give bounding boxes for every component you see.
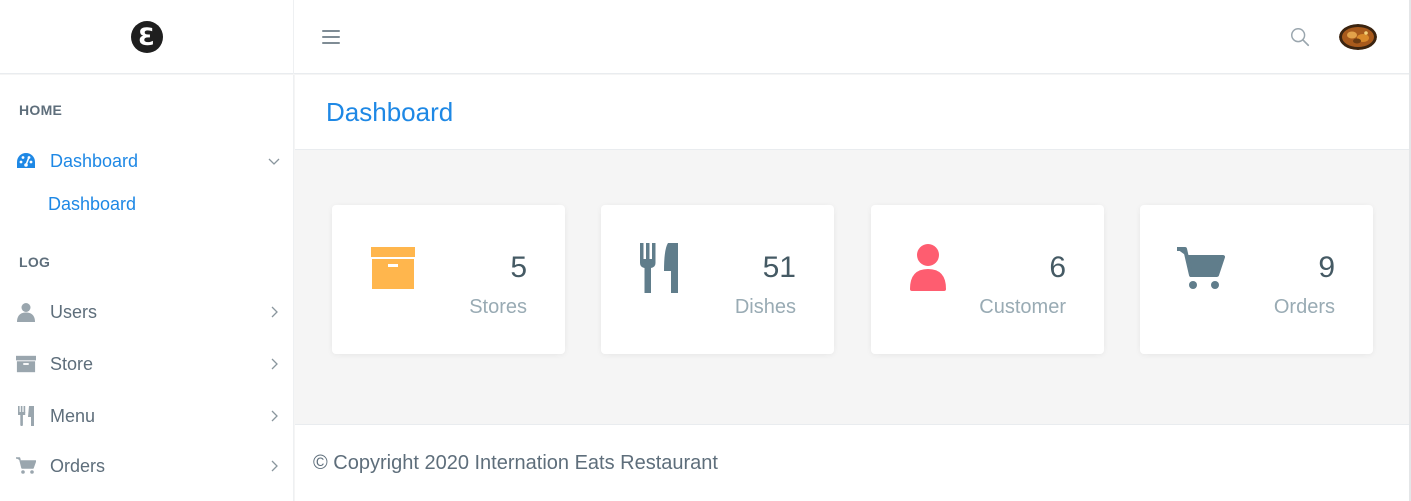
stat-value: 5: [510, 251, 527, 284]
stat-label: Orders: [1273, 296, 1335, 318]
sidebar: HOME Dashboard Dashboard LOG Users Store…: [0, 75, 294, 501]
chevron-right-icon: [271, 410, 278, 422]
user-avatar[interactable]: [1339, 23, 1377, 50]
stat-card-orders[interactable]: 9 Orders: [1140, 205, 1373, 354]
page-title: Dashboard: [326, 97, 454, 127]
hamburger-icon[interactable]: [321, 29, 341, 45]
sidebar-item-menu[interactable]: Menu: [0, 398, 294, 434]
sidebar-item-label: Store: [50, 353, 94, 374]
archive-box-icon: [16, 354, 36, 374]
sidebar-item-label: Dashboard: [50, 150, 139, 171]
section-label-home: HOME: [19, 102, 63, 118]
stat-value: 9: [1318, 251, 1335, 284]
search-icon[interactable]: [1289, 26, 1311, 48]
stat-value: 51: [762, 251, 796, 284]
sidebar-item-label: Orders: [50, 455, 106, 476]
sidebar-item-label: Menu: [50, 405, 96, 426]
stat-card-customer[interactable]: 6 Customer: [871, 205, 1104, 354]
cart-icon: [16, 456, 36, 476]
user-icon: [910, 244, 946, 291]
stat-label: Customer: [979, 296, 1066, 318]
stat-card-dishes[interactable]: 51 Dishes: [601, 205, 834, 354]
sidebar-item-orders[interactable]: Orders: [0, 448, 294, 484]
chevron-right-icon: [271, 460, 278, 472]
cart-icon: [1177, 247, 1225, 289]
sidebar-item-label: Users: [50, 301, 98, 322]
chevron-right-icon: [271, 306, 278, 318]
brand-area[interactable]: Ɛ: [0, 0, 294, 74]
dashboard-gauge-icon: [16, 151, 36, 171]
page-title-bar: Dashboard: [295, 75, 1411, 150]
sidebar-item-users[interactable]: Users: [0, 294, 294, 330]
section-label-log: LOG: [19, 254, 51, 270]
sidebar-item-store[interactable]: Store: [0, 346, 294, 382]
cutlery-icon: [16, 406, 36, 426]
stat-value: 6: [1049, 251, 1066, 284]
stat-label: Dishes: [734, 296, 796, 318]
user-icon: [16, 302, 36, 322]
cutlery-icon: [640, 243, 678, 293]
footer: © Copyright 2020 Internation Eats Restau…: [295, 424, 1411, 501]
copyright-text: © Copyright 2020 Internation Eats Restau…: [313, 452, 718, 474]
stat-label: Stores: [469, 296, 527, 318]
brand-logo[interactable]: Ɛ: [130, 20, 163, 53]
stat-card-stores[interactable]: 5 Stores: [332, 205, 565, 354]
sidebar-subitem-dashboard[interactable]: Dashboard: [48, 194, 136, 215]
sidebar-item-dashboard[interactable]: Dashboard: [0, 143, 294, 179]
archive-box-icon: [371, 247, 415, 289]
chevron-right-icon: [271, 358, 278, 370]
top-navbar: Ɛ: [0, 0, 1411, 74]
chevron-down-icon: [268, 158, 280, 165]
